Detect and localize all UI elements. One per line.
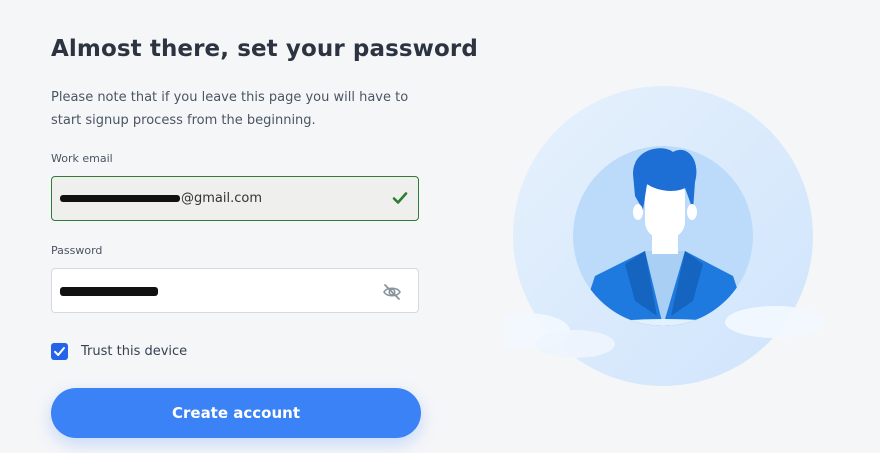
redacted-text: [60, 287, 158, 296]
checkmark-icon: [54, 347, 65, 356]
create-account-button[interactable]: Create account: [51, 388, 421, 438]
signup-note: Please note that if you leave this page …: [51, 90, 409, 128]
redacted-text: [60, 195, 180, 202]
user-avatar-illustration: [505, 86, 825, 386]
password-label: Password: [51, 244, 103, 257]
page-title: Almost there, set your password: [51, 36, 478, 62]
password-field[interactable]: [51, 268, 419, 313]
trust-device-checkbox[interactable]: [51, 343, 68, 360]
check-icon: [392, 192, 408, 204]
trust-device-label[interactable]: Trust this device: [81, 344, 187, 359]
email-value: @gmail.com: [60, 191, 262, 206]
email-label: Work email: [51, 152, 113, 165]
eye-slash-icon[interactable]: [382, 282, 402, 302]
password-value: [60, 284, 159, 299]
email-field[interactable]: @gmail.com: [51, 176, 419, 221]
